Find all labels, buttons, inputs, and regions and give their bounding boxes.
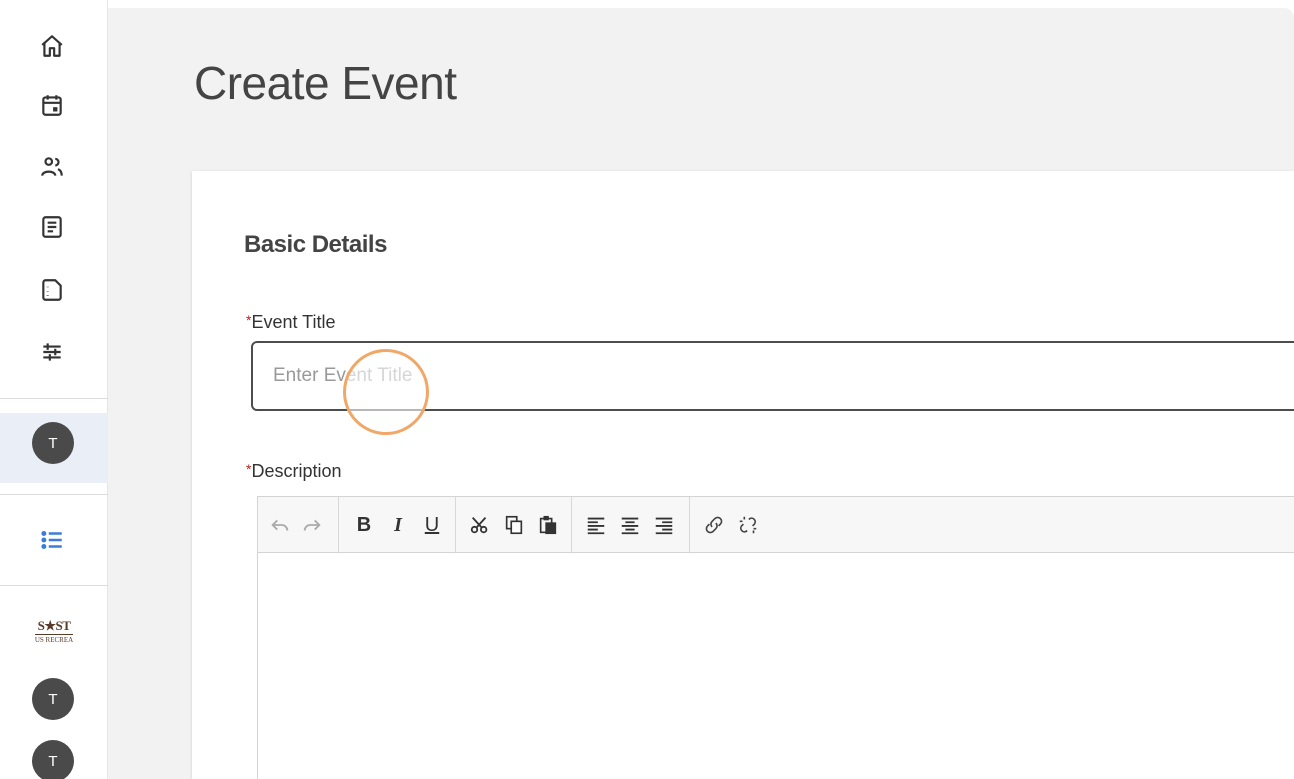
align-center-icon[interactable] — [616, 511, 644, 539]
link-icon[interactable] — [700, 511, 728, 539]
org-avatar[interactable]: T — [32, 740, 74, 779]
description-label: *Description — [246, 461, 342, 482]
document-icon[interactable] — [33, 208, 71, 246]
page-title: Create Event — [194, 57, 457, 109]
sidebar: T S★ST US RECREA T T — [0, 0, 108, 779]
undo-icon[interactable] — [266, 511, 294, 539]
toolbar-divider — [455, 497, 456, 553]
event-title-label: *Event Title — [246, 312, 336, 333]
toolbar-divider — [571, 497, 572, 553]
org-logo[interactable]: S★ST US RECREA — [28, 612, 80, 650]
calendar-icon[interactable] — [33, 86, 71, 124]
people-icon[interactable] — [33, 148, 71, 186]
section-title: Basic Details — [244, 231, 387, 258]
bold-button[interactable]: B — [350, 511, 378, 539]
bold-icon: B — [356, 513, 372, 536]
org-avatar[interactable]: T — [32, 678, 74, 720]
copy-icon[interactable] — [500, 511, 528, 539]
sidebar-divider — [0, 494, 108, 495]
user-avatar[interactable]: T — [32, 422, 74, 464]
description-editor[interactable]: B I U — [257, 496, 1294, 779]
toolbar-divider — [338, 497, 339, 553]
logo-text-bottom: US RECREA — [34, 634, 74, 644]
toolbar-divider — [689, 497, 690, 553]
description-label-text: Description — [251, 461, 342, 481]
list-icon[interactable] — [33, 521, 71, 559]
align-right-icon[interactable] — [650, 511, 678, 539]
editor-toolbar: B I U — [258, 497, 1294, 553]
sliders-icon[interactable] — [33, 333, 71, 371]
paste-icon[interactable] — [534, 511, 562, 539]
italic-icon: I — [394, 513, 402, 536]
event-title-label-text: Event Title — [251, 312, 336, 332]
sidebar-divider — [0, 585, 108, 586]
sidebar-divider — [0, 398, 108, 399]
logo-text-top: S★ST — [37, 618, 71, 633]
redo-icon[interactable] — [298, 511, 326, 539]
event-title-input[interactable] — [251, 341, 1294, 411]
italic-button[interactable]: I — [384, 511, 412, 539]
event-form-card: Basic Details *Event Title *Description … — [192, 171, 1294, 779]
cut-icon[interactable] — [466, 511, 494, 539]
main-content: Create Event Basic Details *Event Title … — [108, 8, 1294, 779]
underline-icon: U — [424, 513, 440, 536]
home-icon[interactable] — [33, 27, 71, 65]
align-left-icon[interactable] — [582, 511, 610, 539]
underline-button[interactable]: U — [418, 511, 446, 539]
unlink-icon[interactable] — [734, 511, 762, 539]
file-icon[interactable] — [33, 271, 71, 309]
